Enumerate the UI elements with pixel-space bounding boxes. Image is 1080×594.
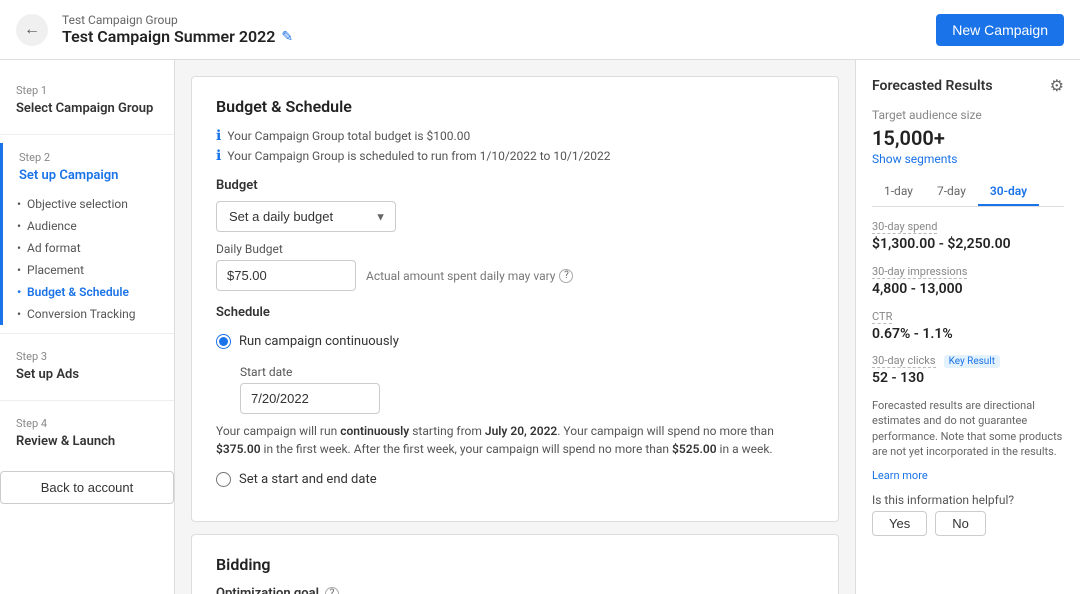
start-date-section: Start date [216, 365, 814, 414]
daily-budget-help-icon[interactable]: ? [559, 269, 573, 283]
campaign-titles: Test Campaign Group Test Campaign Summer… [62, 13, 293, 46]
ctr-label: CTR [872, 310, 892, 324]
daily-budget-input[interactable] [216, 260, 356, 291]
new-campaign-button[interactable]: New Campaign [936, 14, 1064, 46]
step3-group: Step 3 Set up Ads [0, 342, 174, 392]
sidebar-item-placement[interactable]: Placement [3, 259, 174, 281]
step2-group: Step 2 Set up Campaign Objective selecti… [0, 143, 174, 325]
campaign-name-row: Test Campaign Summer 2022 ✎ [62, 27, 293, 46]
topbar-left: ← Test Campaign Group Test Campaign Summ… [16, 13, 293, 46]
sidebar-item-conversion[interactable]: Conversion Tracking [3, 303, 174, 325]
run-continuously-label: Run campaign continuously [239, 334, 399, 349]
back-to-account-button[interactable]: Back to account [0, 471, 174, 504]
helpful-label: Is this information helpful? [872, 493, 1064, 507]
campaign-group-label: Test Campaign Group [62, 13, 293, 27]
step3-label: Step 3 [16, 350, 158, 363]
campaign-run-info: Your campaign will run continuously star… [216, 422, 814, 458]
learn-more-link[interactable]: Learn more [872, 469, 928, 482]
info-text-1: Your Campaign Group total budget is $100… [227, 129, 470, 143]
step4-label: Step 4 [16, 417, 158, 430]
schedule-radio-group: Run campaign continuously Start date You… [216, 328, 814, 493]
budget-section-label: Budget [216, 178, 814, 193]
spend-label: 30-day spend [872, 220, 937, 234]
budget-dropdown-wrapper: Set a daily budget Set a total budget ▼ [216, 201, 396, 232]
forecast-tabs: 1-day 7-day 30-day [872, 178, 1064, 207]
step4-group: Step 4 Review & Launch [0, 409, 174, 459]
card-title: Budget & Schedule [216, 97, 814, 116]
optimization-row: Optimization goal ? [216, 586, 814, 594]
topbar: ← Test Campaign Group Test Campaign Summ… [0, 0, 1080, 60]
info-icon-1: ℹ [216, 128, 221, 144]
edit-icon[interactable]: ✎ [281, 29, 293, 45]
step2-title: Set up Campaign [19, 168, 158, 183]
budget-schedule-card: Budget & Schedule ℹ Your Campaign Group … [191, 76, 839, 522]
content-area: Budget & Schedule ℹ Your Campaign Group … [175, 60, 855, 594]
key-result-badge: Key Result [944, 355, 1000, 368]
forecast-note: Forecasted results are directional estim… [872, 398, 1064, 460]
ctr-value: 0.67% - 1.1% [872, 326, 1064, 342]
clicks-label: 30-day clicks [872, 354, 936, 368]
schedule-section-label: Schedule [216, 305, 814, 320]
sidebar: Step 1 Select Campaign Group Step 2 Set … [0, 60, 175, 594]
helpful-buttons: Yes No [872, 511, 1064, 536]
ctr-metric: CTR 0.67% - 1.1% [872, 309, 1064, 342]
run-continuously-option[interactable]: Run campaign continuously [216, 328, 814, 355]
sidebar-item-ad-format[interactable]: Ad format [3, 237, 174, 259]
info-icon-2: ℹ [216, 148, 221, 164]
sidebar-item-objective[interactable]: Objective selection [3, 193, 174, 215]
sidebar-item-budget[interactable]: Budget & Schedule [3, 281, 174, 303]
gear-button[interactable]: ⚙ [1050, 76, 1064, 96]
back-button[interactable]: ← [16, 14, 48, 46]
bidding-title: Bidding [216, 555, 814, 574]
helpful-no-button[interactable]: No [935, 511, 986, 536]
spend-value: $1,300.00 - $2,250.00 [872, 236, 1064, 252]
step1-title: Select Campaign Group [16, 101, 158, 116]
step1-label: Step 1 [16, 84, 158, 97]
bidding-card: Bidding Optimization goal ? Landing page… [191, 534, 839, 594]
daily-budget-label: Daily Budget [216, 242, 814, 256]
info-row-1: ℹ Your Campaign Group total budget is $1… [216, 128, 814, 144]
audience-size-label: Target audience size [872, 108, 1064, 122]
optimization-label: Optimization goal [216, 586, 319, 594]
daily-budget-row: Actual amount spent daily may vary ? [216, 260, 814, 291]
campaign-name: Test Campaign Summer 2022 [62, 27, 275, 46]
impressions-label: 30-day impressions [872, 265, 967, 279]
impressions-metric: 30-day impressions 4,800 - 13,000 [872, 264, 1064, 297]
run-continuously-radio[interactable] [216, 334, 231, 349]
start-date-label: Start date [240, 365, 814, 379]
clicks-label-row: 30-day clicks Key Result [872, 354, 1064, 368]
panel-title: Forecasted Results [872, 78, 993, 94]
start-date-input[interactable] [240, 383, 380, 414]
clicks-metric: 30-day clicks Key Result 52 - 130 [872, 354, 1064, 386]
helpful-yes-button[interactable]: Yes [872, 511, 927, 536]
step2-label: Step 2 [19, 151, 158, 164]
sidebar-item-audience[interactable]: Audience [3, 215, 174, 237]
step3-title: Set up Ads [16, 367, 158, 382]
daily-budget-hint: Actual amount spent daily may vary ? [366, 269, 573, 283]
set-start-end-radio[interactable] [216, 472, 231, 487]
budget-type-dropdown[interactable]: Set a daily budget Set a total budget [216, 201, 396, 232]
helpful-section: Is this information helpful? Yes No [872, 493, 1064, 536]
spend-metric: 30-day spend $1,300.00 - $2,250.00 [872, 219, 1064, 252]
set-start-end-label: Set a start and end date [239, 472, 377, 487]
panel-header: Forecasted Results ⚙ [872, 76, 1064, 96]
optimization-help-icon[interactable]: ? [325, 587, 339, 594]
tab-1day[interactable]: 1-day [872, 178, 925, 206]
clicks-value: 52 - 130 [872, 370, 1064, 386]
info-text-2: Your Campaign Group is scheduled to run … [227, 149, 610, 163]
audience-size-value: 15,000+ [872, 126, 1064, 150]
main-layout: Step 1 Select Campaign Group Step 2 Set … [0, 60, 1080, 594]
tab-30day[interactable]: 30-day [978, 178, 1039, 206]
info-row-2: ℹ Your Campaign Group is scheduled to ru… [216, 148, 814, 164]
step1-group: Step 1 Select Campaign Group [0, 76, 174, 126]
set-start-end-option[interactable]: Set a start and end date [216, 466, 814, 493]
show-segments-link[interactable]: Show segments [872, 152, 1064, 166]
forecast-panel: Forecasted Results ⚙ Target audience siz… [855, 60, 1080, 594]
impressions-value: 4,800 - 13,000 [872, 281, 1064, 297]
step4-title: Review & Launch [16, 434, 158, 449]
tab-7day[interactable]: 7-day [925, 178, 978, 206]
